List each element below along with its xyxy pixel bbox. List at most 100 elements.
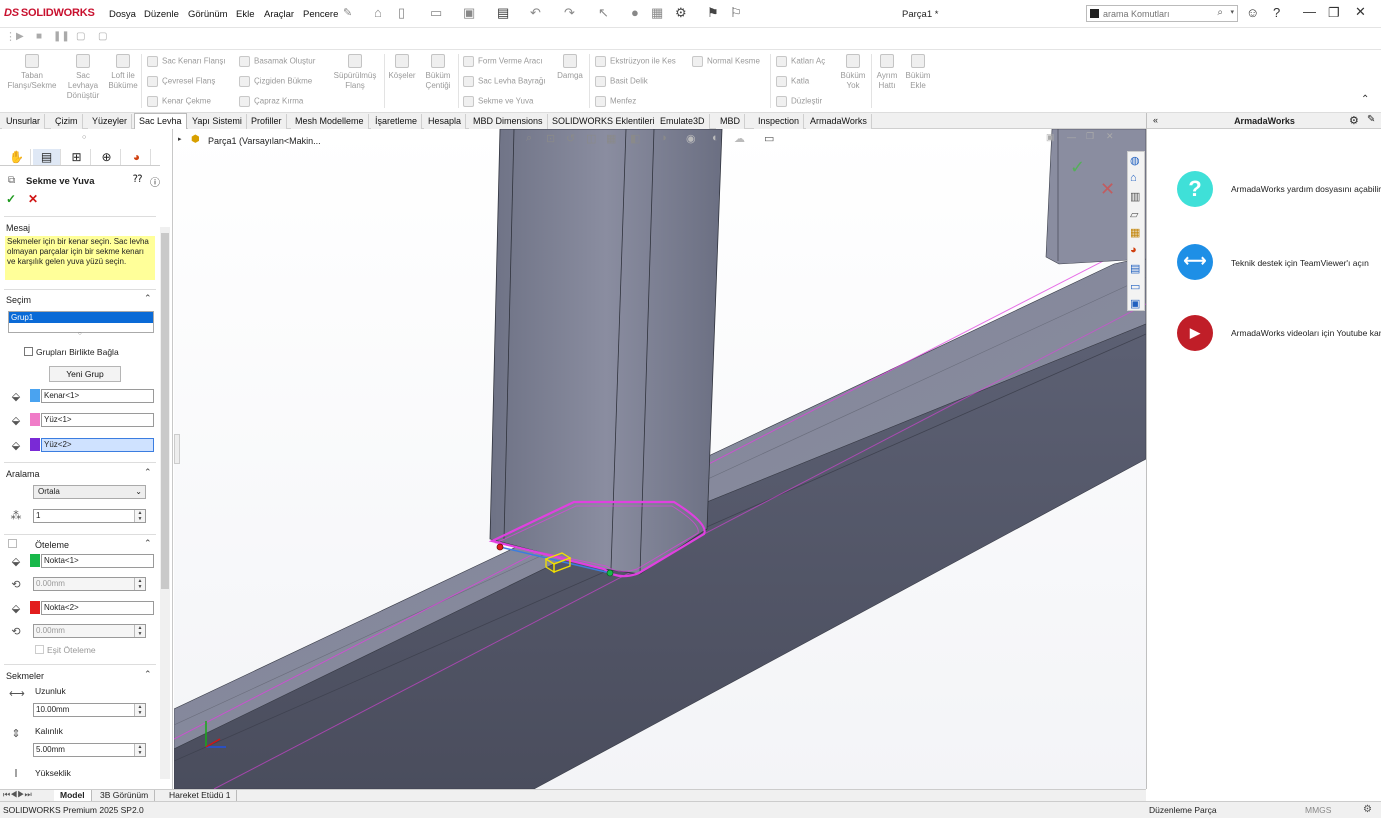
panel-pin-icon[interactable]: ✎ <box>1367 114 1375 125</box>
account-icon[interactable]: ☺ <box>1246 5 1259 20</box>
thickness-spinner[interactable]: 5.00mm ▲ ▼ <box>33 743 146 757</box>
view-palette-icon[interactable]: ▦ <box>1130 226 1140 239</box>
corners-button[interactable]: Köşeler <box>386 54 418 81</box>
search-input[interactable] <box>1103 7 1213 20</box>
panel-settings-icon[interactable]: ⚙ <box>1349 114 1359 127</box>
flatten-button[interactable]: Düzleştir <box>776 96 822 107</box>
youtube-text[interactable]: ArmadaWorks videoları için Youtube kan <box>1231 328 1381 338</box>
solidworks-logo[interactable]: DS SOLIDWORKS <box>4 7 95 19</box>
help-file-text[interactable]: ArmadaWorks yardım dosyasını açabilirs <box>1231 184 1381 194</box>
offset2-spinner[interactable]: 0.00mm ▲ ▼ <box>33 624 146 638</box>
tab-solidworks-eklentileri[interactable]: SOLIDWORKS Eklentileri <box>548 114 660 129</box>
pm-scrollbar[interactable] <box>160 227 170 779</box>
view-settings-icon[interactable]: ▭ <box>764 132 774 145</box>
mesaj-header[interactable]: Mesaj <box>6 223 30 233</box>
swept-flange-button[interactable]: Süpürülmüş Flanş <box>328 54 382 91</box>
search-icon[interactable]: ⌕ <box>1217 7 1223 18</box>
minimize-icon[interactable]: — <box>1303 4 1316 19</box>
bend-notch-button[interactable]: Büküm Çentiği <box>420 54 456 91</box>
collapse-sekmeler-icon[interactable]: ⌃ <box>144 669 152 680</box>
hem-button[interactable]: Kenar Çekme <box>147 96 211 107</box>
point2-marker[interactable] <box>496 543 504 551</box>
login-icon[interactable]: ⚐ <box>730 5 742 21</box>
sheet-metal-gusset-button[interactable]: Sac Levha Bayrağı <box>463 76 546 87</box>
graphics-area[interactable]: ✓ ✕ ▸ ⬢ Parça1 (Varsayılan<Makin... ⌕ ⊡ … <box>174 129 1146 789</box>
stop-icon[interactable]: ■ <box>36 31 42 42</box>
custom-properties-icon[interactable]: ▤ <box>1130 262 1140 275</box>
select-icon[interactable]: ↖ <box>598 5 609 21</box>
zoom-area-icon[interactable]: ⊡ <box>546 132 555 145</box>
list-resize-handle[interactable]: ○ <box>78 331 82 337</box>
edit-macro-icon[interactable]: ▢ <box>98 31 107 42</box>
viewport-close-icon[interactable]: ✕ <box>1106 131 1114 142</box>
point1-selection-field[interactable]: Nokta<1> <box>41 554 154 568</box>
solidworks-resources-icon[interactable]: ◍ <box>1130 154 1140 167</box>
normal-cut-button[interactable]: Normal Kesme <box>692 56 760 67</box>
play-icon[interactable]: ▶ <box>16 31 24 42</box>
insert-bends-button[interactable]: Büküm Ekle <box>902 54 934 91</box>
unfold-button[interactable]: Katları Aç <box>776 56 825 67</box>
simple-hole-button[interactable]: Basit Delik <box>595 76 648 87</box>
edge-flange-button[interactable]: Sac Kenarı Flanşı <box>147 56 226 67</box>
tab-emulate3d[interactable]: Emulate3D <box>656 114 710 129</box>
save-icon[interactable]: ▣ <box>463 5 475 21</box>
configuration-manager-tab-icon[interactable]: ⊞ <box>63 149 91 165</box>
pause-icon[interactable]: ❚❚ <box>53 31 70 42</box>
help-icon[interactable]: ? <box>1273 5 1280 20</box>
forum-icon[interactable]: ▭ <box>1130 280 1140 293</box>
miter-flange-button[interactable]: Çevresel Flanş <box>147 76 215 87</box>
secim-header[interactable]: Seçim <box>6 295 31 305</box>
edge-selection-field[interactable]: Kenar<1> <box>41 389 154 403</box>
design-library-icon[interactable]: ▥ <box>1130 190 1140 203</box>
previous-view-icon[interactable]: ↺ <box>566 132 575 145</box>
menu-dosya[interactable]: Dosya <box>109 9 136 20</box>
display-manager-tab-icon[interactable]: ◕ <box>123 149 151 165</box>
ok-check-icon[interactable]: ✓ <box>6 192 16 206</box>
menu-ekle[interactable]: Ekle <box>236 9 254 20</box>
redo-icon[interactable]: ↷ <box>564 5 575 21</box>
spinner-arrows[interactable]: ▲ ▼ <box>134 578 145 590</box>
rebuild-icon[interactable]: ● <box>631 5 639 20</box>
zoom-fit-icon[interactable]: ⌕ <box>526 132 532 145</box>
collapse-aralama-icon[interactable]: ⌃ <box>144 467 152 478</box>
tab-mesh-modelleme[interactable]: Mesh Modelleme <box>291 114 369 129</box>
tab-yuzeyler[interactable]: Yüzeyler <box>88 114 133 129</box>
view-orientation-icon[interactable]: ◧ <box>630 132 640 145</box>
help-file-button[interactable]: ? <box>1177 171 1213 207</box>
tree-expand-icon[interactable]: ▸ <box>178 135 182 143</box>
sekmeler-header[interactable]: Sekmeler <box>6 671 44 681</box>
tab-sac-levha[interactable]: Sac Levha <box>134 113 187 129</box>
section-view-icon[interactable]: ◫ <box>586 132 596 145</box>
file-explorer-icon[interactable]: ▱ <box>1130 208 1138 221</box>
edit-appearance-icon[interactable]: ◐ <box>712 132 719 144</box>
offset1-spinner[interactable]: 0.00mm ▲ ▼ <box>33 577 146 591</box>
new-document-icon[interactable]: ▯ <box>398 5 405 21</box>
cancel-x-icon[interactable]: ✕ <box>28 192 38 206</box>
hide-show-icon[interactable]: ◉ <box>686 132 696 145</box>
collapse-secim-icon[interactable]: ⌃ <box>144 293 152 304</box>
teamviewer-text[interactable]: Teknik destek için TeamViewer'ı açın <box>1231 258 1369 268</box>
aralama-header[interactable]: Aralama <box>6 469 40 479</box>
convert-to-sheet-metal-button[interactable]: Sac Levhaya Dönüştür <box>60 54 106 101</box>
user-settings-icon[interactable]: ⚑ <box>707 5 719 21</box>
scene-icon[interactable]: ☁ <box>734 132 745 145</box>
status-settings-icon[interactable]: ⚙ <box>1363 804 1372 815</box>
rip-button[interactable]: Ayrım Hattı <box>873 54 901 91</box>
extruded-cut-button[interactable]: Ekstrüzyon ile Kes <box>595 56 676 67</box>
collapse-ribbon-icon[interactable]: ⌃ <box>1361 94 1369 105</box>
length-spinner[interactable]: 10.00mm ▲ ▼ <box>33 703 146 717</box>
confirm-cancel-icon[interactable]: ✕ <box>1100 179 1115 200</box>
menu-gorunum[interactable]: Görünüm <box>188 9 228 20</box>
new-group-button[interactable]: Yeni Grup <box>49 366 121 382</box>
viewport-tile-icon[interactable]: ▣ <box>1046 132 1055 143</box>
tab-unsurlar[interactable]: Unsurlar <box>2 114 46 129</box>
feature-tree-tab-icon[interactable]: ✋ <box>3 149 31 165</box>
group-list-item[interactable]: Grup1 <box>9 312 153 323</box>
oteleme-header[interactable]: Öteleme <box>35 540 69 550</box>
tab-armadaworks[interactable]: ArmadaWorks <box>806 114 872 129</box>
file-properties-icon[interactable]: ▦ <box>651 5 663 21</box>
group-together-checkbox[interactable] <box>24 347 33 356</box>
teamviewer-button[interactable]: ⟷ <box>1177 244 1213 280</box>
tab-mbd-dimensions[interactable]: MBD Dimensions <box>469 114 548 129</box>
tab-inspection[interactable]: Inspection <box>754 114 805 129</box>
